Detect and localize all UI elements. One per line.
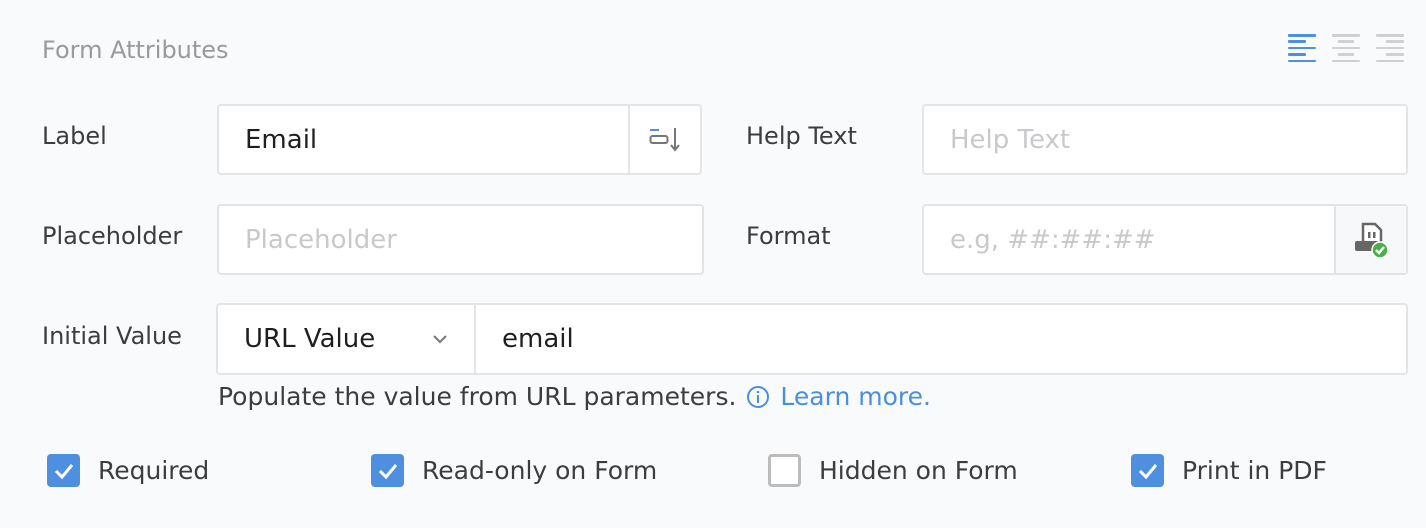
label-input[interactable] (219, 106, 628, 173)
hidden-option[interactable]: Hidden on Form (768, 454, 1018, 487)
section-title: Form Attributes (42, 36, 229, 64)
hidden-label: Hidden on Form (819, 456, 1018, 485)
initial-value-type-text: URL Value (244, 324, 376, 354)
format-field-label: Format (746, 222, 831, 250)
initial-value-help: Populate the value from URL parameters. … (218, 382, 931, 411)
placeholder-field-label: Placeholder (42, 222, 183, 250)
info-icon (747, 385, 770, 408)
insert-field-icon (649, 127, 680, 152)
required-checkbox[interactable] (47, 454, 80, 487)
chevron-down-icon (433, 335, 447, 344)
label-insert-button[interactable] (628, 106, 700, 173)
print-pdf-checkbox[interactable] (1131, 454, 1164, 487)
initial-value-field-label: Initial Value (42, 322, 182, 350)
alignment-toolbar (1288, 34, 1404, 62)
check-icon (1138, 463, 1157, 479)
align-left-icon[interactable] (1288, 34, 1316, 62)
read-only-label: Read-only on Form (422, 456, 658, 485)
check-icon (54, 463, 73, 479)
print-pdf-label: Print in PDF (1182, 456, 1327, 485)
help-text-field (922, 104, 1408, 175)
read-only-checkbox[interactable] (371, 454, 404, 487)
print-pdf-option[interactable]: Print in PDF (1131, 454, 1327, 487)
format-field (922, 204, 1408, 275)
print-check-icon (1355, 222, 1389, 259)
help-text-field-label: Help Text (746, 122, 857, 150)
format-input[interactable] (924, 206, 1334, 273)
check-icon (378, 463, 397, 479)
format-pdf-button[interactable] (1334, 206, 1406, 273)
learn-more-link[interactable]: Learn more. (780, 382, 931, 411)
align-right-icon[interactable] (1376, 34, 1404, 62)
read-only-option[interactable]: Read-only on Form (371, 454, 657, 487)
label-field-label: Label (42, 122, 107, 150)
align-center-icon[interactable] (1332, 34, 1360, 62)
initial-value-input[interactable] (476, 305, 1406, 373)
required-option[interactable]: Required (47, 454, 209, 487)
hidden-checkbox[interactable] (768, 454, 801, 487)
help-text-input[interactable] (924, 106, 1406, 173)
initial-value-help-text: Populate the value from URL parameters. (218, 382, 737, 411)
initial-value-field: URL Value (216, 303, 1408, 375)
placeholder-input[interactable] (219, 206, 702, 273)
placeholder-field (217, 204, 704, 275)
label-field (217, 104, 702, 175)
initial-value-type-select[interactable]: URL Value (218, 305, 476, 373)
required-label: Required (98, 456, 210, 485)
